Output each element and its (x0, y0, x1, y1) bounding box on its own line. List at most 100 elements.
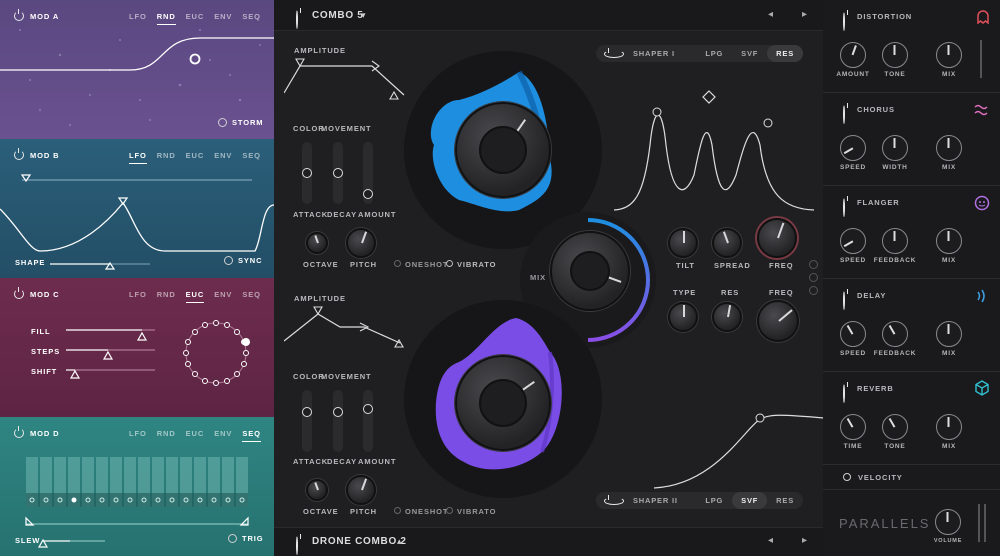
power-icon[interactable] (843, 384, 845, 403)
next-preset-icon[interactable]: ▸ (802, 9, 807, 20)
mod-b-header[interactable]: MOD B (14, 148, 60, 160)
shaper-i-selector[interactable]: SHAPER I LPG SVF RES (596, 45, 803, 62)
width-knob[interactable] (882, 135, 908, 161)
preset-name-top[interactable]: COMBO 5 (312, 10, 364, 21)
mod-a-header[interactable]: MOD A (14, 9, 59, 21)
power-icon[interactable] (843, 105, 845, 124)
tab-rnd[interactable]: RND (156, 12, 176, 25)
shaper-ii-svf[interactable]: SVF (732, 492, 768, 509)
mod-slot-icon[interactable] (809, 286, 818, 295)
velocity-radio[interactable] (843, 473, 851, 481)
speed-knob[interactable] (840, 135, 866, 161)
power-icon[interactable] (14, 287, 24, 299)
shaper-i-svf[interactable]: SVF (732, 45, 767, 62)
storm-toggle[interactable]: STORM (218, 118, 263, 127)
power-icon[interactable] (604, 47, 624, 58)
mix-knob[interactable] (936, 42, 962, 68)
amplitude-envelope-top[interactable] (284, 55, 424, 105)
power-icon[interactable] (14, 9, 24, 21)
tab-lfo[interactable]: LFO (129, 151, 147, 164)
freq-knob-top[interactable] (757, 218, 797, 258)
res-knob[interactable] (712, 302, 742, 332)
shaper-i-res[interactable]: RES (767, 45, 803, 62)
shaper-ii-res[interactable]: RES (767, 492, 803, 509)
feedback-knob[interactable] (882, 321, 908, 347)
shaper-i-lpg[interactable]: LPG (696, 45, 732, 62)
trig-toggle[interactable]: TRIG (228, 534, 264, 543)
next-preset-icon[interactable]: ▸ (802, 535, 807, 546)
mix-knob[interactable] (936, 228, 962, 254)
tab-seq[interactable]: SEQ (242, 429, 261, 442)
power-icon[interactable] (843, 198, 845, 217)
tab-euc[interactable]: EUC (185, 290, 205, 303)
prev-preset-icon[interactable]: ◂ (768, 9, 773, 20)
time-knob[interactable] (840, 414, 866, 440)
mod-slot-icon[interactable] (809, 260, 818, 269)
power-icon[interactable] (843, 12, 845, 31)
power-icon[interactable] (14, 426, 24, 438)
tab-lfo[interactable]: LFO (129, 429, 147, 442)
tone-knob[interactable] (882, 414, 908, 440)
vibrato-radio[interactable] (446, 507, 453, 514)
preset-name-bottom[interactable]: DRONE COMBO 2 (312, 536, 407, 547)
tab-rnd[interactable]: RND (157, 151, 176, 164)
speed-knob[interactable] (840, 228, 866, 254)
res-filter-display[interactable] (614, 85, 814, 215)
tab-euc[interactable]: EUC (186, 12, 205, 25)
shaper-ii-lpg[interactable]: LPG (696, 492, 732, 509)
dropdown-arrow-icon[interactable]: ▴ (397, 536, 402, 547)
tab-seq[interactable]: SEQ (242, 12, 261, 25)
amount-fader-bottom[interactable] (363, 390, 373, 452)
svf-filter-display[interactable] (654, 400, 824, 490)
prev-preset-icon[interactable]: ◂ (768, 535, 773, 546)
decay-fader-bottom[interactable] (333, 390, 343, 452)
amplitude-envelope-bottom[interactable] (284, 303, 424, 353)
octave-knob-bottom[interactable] (306, 479, 328, 501)
tab-lfo[interactable]: LFO (129, 290, 147, 303)
power-icon[interactable] (843, 291, 845, 310)
sync-toggle[interactable]: SYNC (224, 256, 262, 265)
power-icon[interactable] (14, 148, 24, 160)
mod-c-header[interactable]: MOD C (14, 287, 60, 299)
volume-knob[interactable] (935, 509, 961, 535)
velocity-row[interactable]: VELOCITY (823, 465, 1000, 490)
vibrato-radio[interactable] (446, 260, 453, 267)
tab-rnd[interactable]: RND (157, 429, 176, 442)
amount-fader-top[interactable] (363, 142, 373, 204)
pitch-knob-top[interactable] (346, 228, 376, 258)
tab-rnd[interactable]: RND (157, 290, 176, 303)
tab-env[interactable]: ENV (214, 151, 232, 164)
tilt-knob[interactable] (668, 228, 698, 258)
attack-fader-bottom[interactable] (302, 390, 312, 452)
power-icon[interactable] (296, 10, 298, 29)
tab-env[interactable]: ENV (214, 290, 232, 303)
tab-euc[interactable]: EUC (186, 151, 205, 164)
octave-knob-top[interactable] (306, 232, 328, 254)
mod-slot-icon[interactable] (809, 273, 818, 282)
oneshot-radio[interactable] (394, 507, 401, 514)
mix-knob[interactable] (936, 321, 962, 347)
tab-env[interactable]: ENV (214, 12, 232, 25)
decay-fader-top[interactable] (333, 142, 343, 204)
mod-d-header[interactable]: MOD D (14, 426, 60, 438)
oneshot-radio[interactable] (394, 260, 401, 267)
tab-seq[interactable]: SEQ (242, 151, 261, 164)
time-knob[interactable] (840, 321, 866, 347)
power-icon[interactable] (604, 494, 624, 505)
amount-knob[interactable] (840, 42, 866, 68)
spread-knob[interactable] (712, 228, 742, 258)
tab-euc[interactable]: EUC (186, 429, 205, 442)
power-icon[interactable] (296, 536, 298, 555)
dropdown-arrow-icon[interactable]: ▾ (361, 10, 366, 21)
shaper-ii-selector[interactable]: SHAPER II LPG SVF RES (596, 492, 803, 509)
tab-env[interactable]: ENV (214, 429, 232, 442)
pitch-knob-bottom[interactable] (346, 475, 376, 505)
mix-knob[interactable] (936, 414, 962, 440)
feedback-knob[interactable] (882, 228, 908, 254)
attack-fader-top[interactable] (302, 142, 312, 204)
type-knob[interactable] (668, 302, 698, 332)
tab-seq[interactable]: SEQ (242, 290, 261, 303)
freq-knob-bottom[interactable] (757, 300, 799, 342)
tab-lfo[interactable]: LFO (129, 12, 147, 25)
tone-knob[interactable] (882, 42, 908, 68)
